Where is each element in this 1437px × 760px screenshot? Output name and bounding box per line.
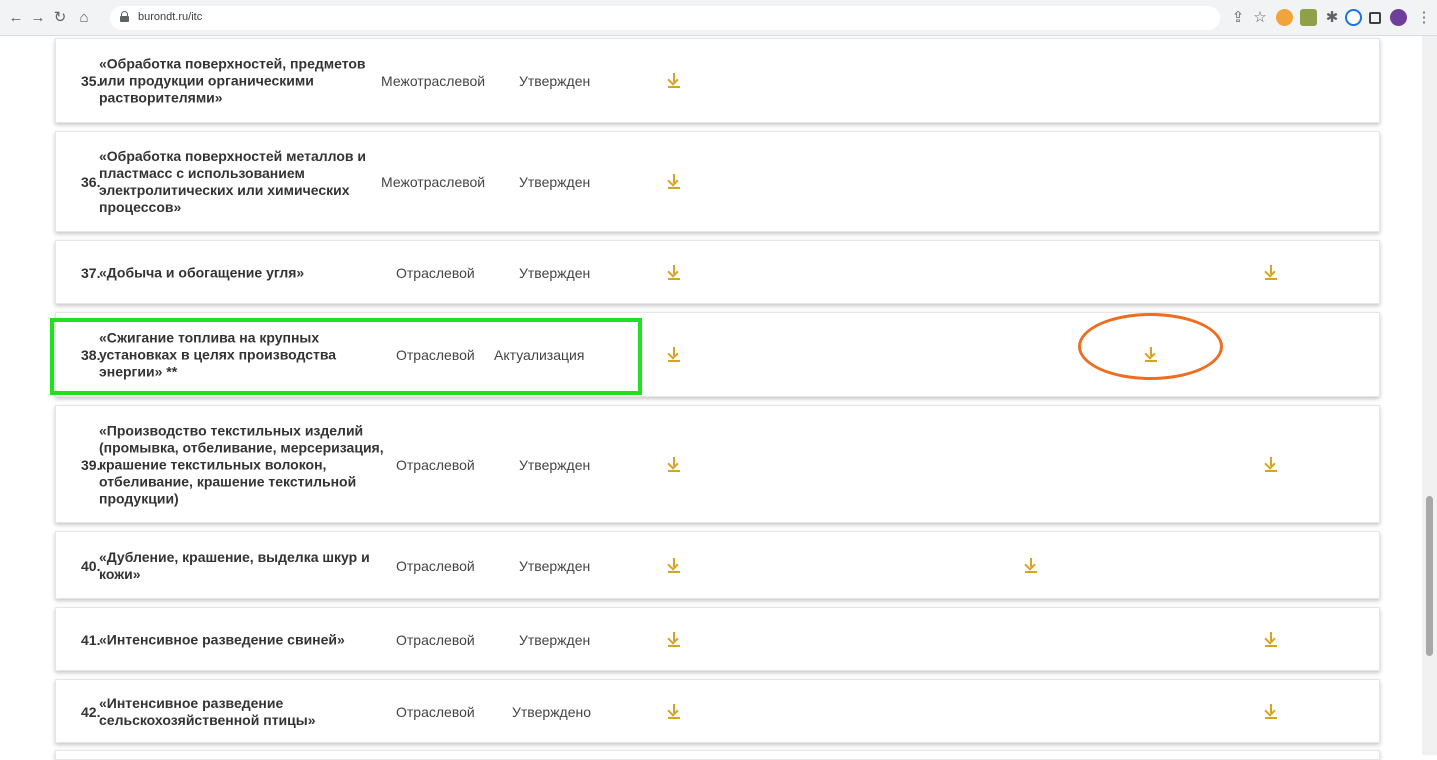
row-type: Отраслевой xyxy=(396,704,475,720)
download-icon[interactable] xyxy=(1264,457,1278,473)
row-number: 40. xyxy=(81,558,101,574)
download-icon[interactable] xyxy=(1264,704,1278,720)
page-scrollbar[interactable] xyxy=(1422,36,1437,755)
row-type: Межотраслевой xyxy=(381,174,486,190)
reload-icon[interactable]: ↻ xyxy=(50,8,70,28)
itc-row: 35. «Обработка поверхностей, предметов и… xyxy=(55,38,1380,123)
download-extension-icon[interactable] xyxy=(1345,9,1362,26)
itc-row: 37. «Добыча и обогащение угля» Отраслево… xyxy=(55,240,1380,304)
download-icon[interactable] xyxy=(667,558,681,574)
url-text: burondt.ru/itc xyxy=(138,11,203,23)
extensions-puzzle-icon[interactable]: ✱ xyxy=(1322,8,1342,28)
row-status: Утверждено xyxy=(512,704,591,720)
row-number: 39. xyxy=(81,457,101,473)
itc-row: 36. «Обработка поверхностей металлов и п… xyxy=(55,131,1380,232)
row-type: Отраслевой xyxy=(396,558,475,574)
row-title: «Интенсивное разведение свиней» xyxy=(99,631,345,648)
row-type: Отраслевой xyxy=(396,632,475,648)
lock-icon xyxy=(120,11,129,22)
download-icon[interactable] xyxy=(1024,558,1038,574)
row-title: «Обработка поверхностей, предметов или п… xyxy=(99,55,366,106)
download-icon[interactable] xyxy=(667,174,681,190)
green-highlight-box xyxy=(50,318,642,395)
home-icon[interactable]: ⌂ xyxy=(74,8,94,28)
itc-row: 41. «Интенсивное разведение свиней» Отра… xyxy=(55,607,1380,671)
bookmark-star-icon[interactable]: ☆ xyxy=(1250,8,1270,28)
address-bar[interactable]: burondt.ru/itc xyxy=(110,6,1220,30)
orange-highlight-ellipse xyxy=(1078,313,1223,380)
download-icon[interactable] xyxy=(667,265,681,281)
row-type: Отраслевой xyxy=(396,457,475,473)
browser-toolbar: ← → ↻ ⌂ burondt.ru/itc ⇪ ☆ ✱ ⋮ xyxy=(0,0,1437,36)
row-number: 41. xyxy=(81,632,101,648)
row-number: 35. xyxy=(81,73,101,89)
row-status: Утвержден xyxy=(519,558,591,574)
row-title: «Обработка поверхностей металлов и пласт… xyxy=(99,148,367,215)
row-status: Утвержден xyxy=(519,265,591,281)
download-icon[interactable] xyxy=(1264,265,1278,281)
row-title: «Дубление, крашение, выделка шкур и кожи… xyxy=(99,549,370,582)
itc-row: 40. «Дубление, крашение, выделка шкур и … xyxy=(55,531,1380,599)
download-icon[interactable] xyxy=(1264,632,1278,648)
download-icon[interactable] xyxy=(667,704,681,720)
row-status: Утвержден xyxy=(519,73,591,89)
row-type: Отраслевой xyxy=(396,265,475,281)
side-panel-icon[interactable] xyxy=(1369,12,1381,24)
profile-avatar-icon[interactable] xyxy=(1390,9,1407,26)
row-type: Межотраслевой xyxy=(381,73,486,89)
scrollbar-thumb[interactable] xyxy=(1426,496,1433,656)
share-icon[interactable]: ⇪ xyxy=(1228,8,1248,28)
extension-1-icon[interactable] xyxy=(1276,9,1293,26)
itc-row: 42. «Интенсивное разведение сельскохозяй… xyxy=(55,679,1380,743)
row-status: Утвержден xyxy=(519,457,591,473)
download-icon[interactable] xyxy=(667,632,681,648)
row-title: «Добыча и обогащение угля» xyxy=(99,264,305,281)
itc-row-partial xyxy=(55,750,1380,760)
row-number: 42. xyxy=(81,704,101,720)
download-icon[interactable] xyxy=(667,347,681,363)
download-icon[interactable] xyxy=(667,457,681,473)
row-title: «Производство текстильных изделий (промы… xyxy=(99,422,384,507)
row-title: «Интенсивное разведение сельскохозяйстве… xyxy=(99,695,316,728)
download-icon[interactable] xyxy=(667,73,681,89)
back-icon[interactable]: ← xyxy=(6,8,26,28)
row-number: 36. xyxy=(81,174,101,190)
menu-icon[interactable]: ⋮ xyxy=(1414,8,1434,28)
forward-icon[interactable]: → xyxy=(28,8,48,28)
itc-row: 39. «Производство текстильных изделий (п… xyxy=(55,405,1380,523)
row-status: Утвержден xyxy=(519,174,591,190)
row-number: 37. xyxy=(81,265,101,281)
row-status: Утвержден xyxy=(519,632,591,648)
extension-2-icon[interactable] xyxy=(1300,9,1317,26)
